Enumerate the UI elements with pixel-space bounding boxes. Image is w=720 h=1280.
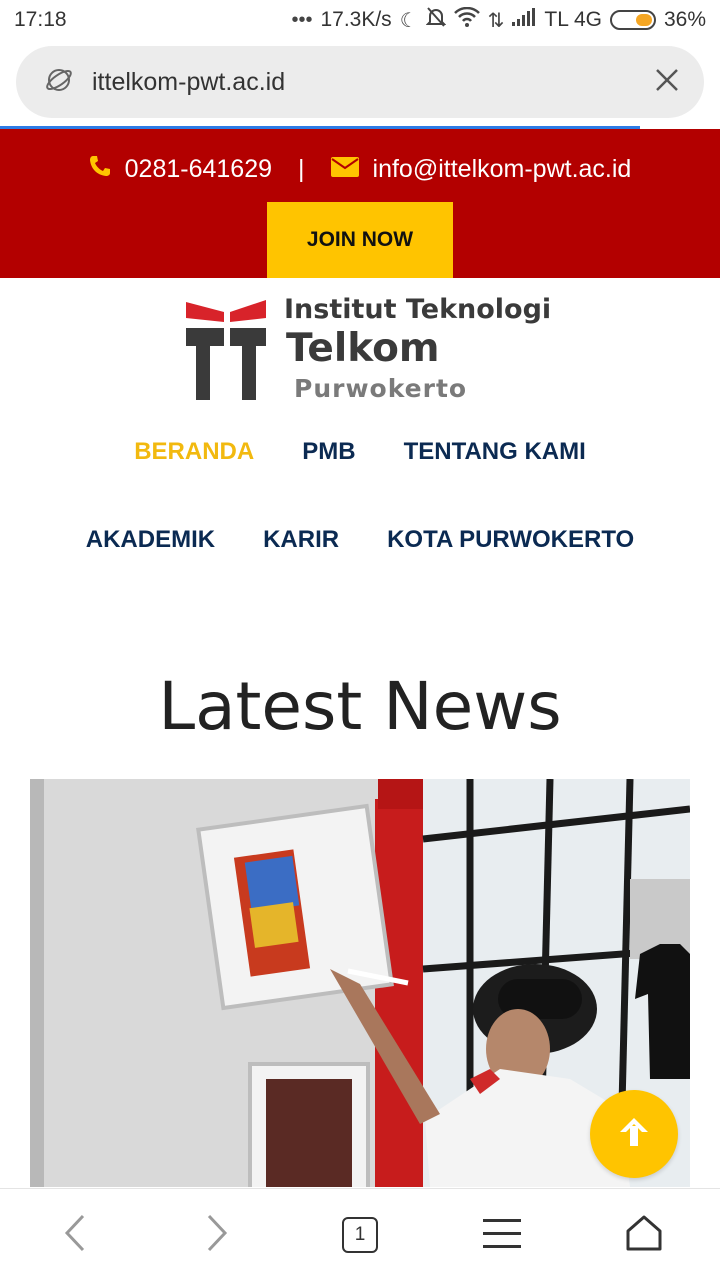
nav-item-akademik[interactable]: AKADEMIK bbox=[86, 526, 215, 554]
menu-icon bbox=[483, 1217, 521, 1254]
status-bar: 17:18 ••• 17.3K/s ☾ ⇅ TL 4G 36% bbox=[0, 0, 720, 40]
section-title: Latest News bbox=[158, 668, 562, 745]
back-icon bbox=[63, 1213, 87, 1258]
arrow-up-icon bbox=[616, 1114, 652, 1155]
top-contact-bar: 0281-641629 | info@ittelkom-pwt.ac.id JO… bbox=[0, 129, 720, 278]
status-indicators: ••• 17.3K/s ☾ ⇅ TL 4G 36% bbox=[291, 6, 706, 34]
home-icon bbox=[625, 1214, 663, 1257]
nav-item-tentang-kami[interactable]: TENTANG KAMI bbox=[404, 438, 586, 466]
moon-icon: ☾ bbox=[399, 9, 418, 32]
globe-icon bbox=[44, 65, 74, 100]
more-dots-icon: ••• bbox=[291, 8, 313, 31]
main-nav-row-2: AKADEMIK KARIR KOTA PURWOKERTO bbox=[0, 526, 720, 554]
menu-button[interactable] bbox=[457, 1189, 547, 1280]
nav-item-karir[interactable]: KARIR bbox=[263, 526, 339, 554]
nav-item-beranda[interactable]: BERANDA bbox=[134, 438, 254, 466]
battery-percent: 36% bbox=[663, 8, 706, 31]
bell-off-icon bbox=[425, 6, 447, 34]
forward-icon bbox=[205, 1213, 229, 1258]
forward-button[interactable] bbox=[172, 1189, 262, 1280]
mail-icon bbox=[330, 155, 359, 184]
join-now-button[interactable]: JOIN NOW bbox=[267, 202, 453, 278]
telkom-logo-mark bbox=[186, 300, 266, 400]
site-logo[interactable]: Institut Teknologi Telkom Purwokerto bbox=[184, 294, 551, 404]
tabs-icon: 1 bbox=[342, 1217, 378, 1253]
close-icon[interactable] bbox=[654, 67, 680, 98]
home-button[interactable] bbox=[599, 1189, 689, 1280]
wifi-icon bbox=[453, 6, 480, 33]
nav-item-pmb[interactable]: PMB bbox=[302, 438, 355, 466]
carrier-label: TL 4G bbox=[544, 8, 602, 31]
signal-icon bbox=[512, 8, 536, 32]
scroll-to-top-button[interactable] bbox=[590, 1090, 678, 1178]
contact-separator: | bbox=[298, 154, 305, 183]
phone-icon bbox=[89, 155, 111, 184]
data-transfer-icon: ⇅ bbox=[487, 9, 505, 32]
url-text[interactable]: ittelkom-pwt.ac.id bbox=[92, 68, 654, 97]
phone-number[interactable]: 0281-641629 bbox=[125, 155, 272, 184]
tabs-button[interactable]: 1 bbox=[315, 1189, 405, 1280]
browser-bottom-bar: 1 bbox=[0, 1188, 720, 1280]
logo-line-telkom: Telkom bbox=[286, 326, 440, 371]
main-nav-row-1: BERANDA PMB TENTANG KAMI bbox=[0, 438, 720, 466]
nav-item-kota-purwokerto[interactable]: KOTA PURWOKERTO bbox=[387, 526, 634, 554]
address-bar[interactable]: ittelkom-pwt.ac.id bbox=[16, 46, 704, 118]
network-speed: 17.3K/s bbox=[320, 8, 392, 31]
email-address[interactable]: info@ittelkom-pwt.ac.id bbox=[373, 155, 632, 184]
back-button[interactable] bbox=[30, 1189, 120, 1280]
battery-icon bbox=[609, 10, 656, 30]
tab-count: 1 bbox=[354, 1224, 366, 1245]
contact-row: 0281-641629 | info@ittelkom-pwt.ac.id bbox=[0, 151, 720, 187]
logo-line-institut: Institut Teknologi bbox=[284, 294, 552, 325]
status-time: 17:18 bbox=[14, 8, 67, 31]
logo-line-purwokerto: Purwokerto bbox=[294, 374, 468, 403]
